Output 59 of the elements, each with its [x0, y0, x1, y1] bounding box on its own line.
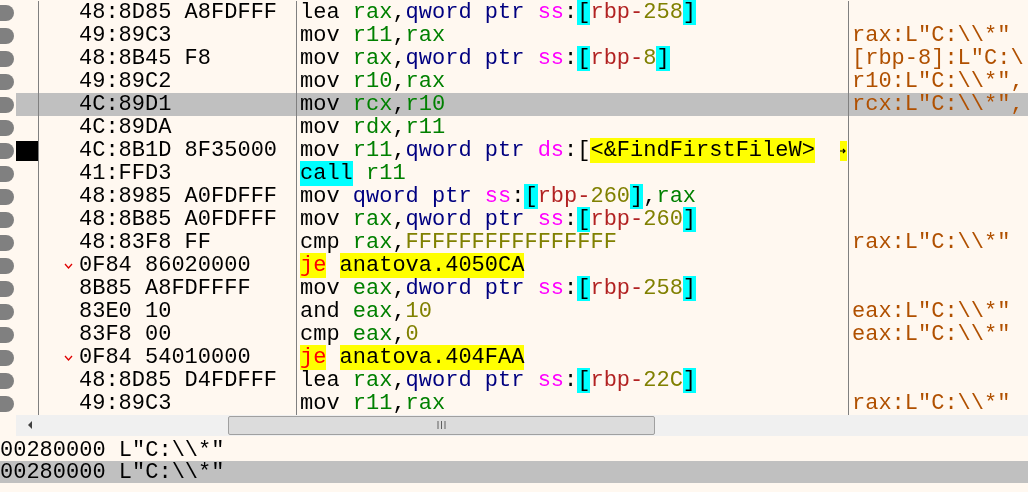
- instruction-text: mov qword ptr ss:[rbp-260],rax: [300, 185, 697, 208]
- bytes-text: 49:89C3: [79, 24, 172, 47]
- table-row[interactable]: 48:8985 A0FDFFF mov qword ptr ss:[rbp-260],rax: [16, 185, 1028, 208]
- instruction-text: lea rax,qword ptr ss:[rbp-22C]: [300, 369, 697, 392]
- dump-row[interactable]: 00280000 L"C:\\*": [0, 461, 1028, 483]
- table-row[interactable]: 4C:8B1D 8F35000 mov r11,qword ptr ds:[<&FindFirstFileW>: [16, 139, 1028, 162]
- bytes-text: 83E0 10: [79, 300, 172, 323]
- table-row[interactable]: 4C:89D1 mov rcx,r10 rcx:L"C:\\*",: [16, 93, 1028, 116]
- bytes-text: 48:8985 A0FDFFF: [79, 185, 278, 208]
- instruction-text: lea rax,qword ptr ss:[rbp-258]: [300, 1, 697, 24]
- bytes-text: 48:8B45 F8: [79, 47, 212, 70]
- comment-text: eax:L"C:\\*": [852, 323, 1011, 346]
- comment-text: rax:L"C:\\*": [852, 231, 1011, 254]
- bytes-text: 4C:89DA: [79, 116, 172, 139]
- instruction-text: mov r11,qword ptr ds:[<&FindFirstFileW>: [300, 139, 815, 162]
- table-row[interactable]: 48:8B85 A0FDFFF mov rax,qword ptr ss:[rbp-260]: [16, 208, 1028, 231]
- instruction-text: cmp eax,0: [300, 323, 419, 346]
- comment-text: rax:L"C:\\*": [852, 392, 1011, 415]
- bytes-text: 48:83F8 FF: [79, 231, 212, 254]
- bytes-text: 48:8D85 A8FDFFF: [79, 1, 278, 24]
- instruction-text: mov rdx,r11: [300, 116, 446, 139]
- instruction-text: and eax,10: [300, 300, 432, 323]
- bytes-text: 48:8B85 A0FDFFF: [79, 208, 278, 231]
- grip-icon: [437, 421, 446, 429]
- bytes-text: 41:FFD3: [79, 162, 172, 185]
- bytes-text: 49:89C3: [79, 392, 172, 415]
- instruction-text: call r11: [300, 162, 406, 185]
- instruction-text: mov eax,dword ptr ss:[rbp-258]: [300, 277, 697, 300]
- instruction-text: mov rax,qword ptr ss:[rbp-8]: [300, 47, 670, 70]
- comment-text: rax:L"C:\\*": [852, 24, 1011, 47]
- bytes-text: 83F8 00: [79, 323, 172, 346]
- bytes-text: 49:89C2: [79, 70, 172, 93]
- bytes-text: 4C:89D1: [79, 93, 172, 116]
- bytes-text: 48:8D85 D4FDFFF: [79, 369, 278, 392]
- scrollbar-thumb[interactable]: [228, 415, 655, 435]
- left-arrow-icon: [27, 421, 33, 429]
- table-row[interactable]: 48:8D85 A8FDFFF lea rax,qword ptr ss:[rbp-258]: [16, 1, 1028, 24]
- dump-row[interactable]: 00280000 L"C:\\*": [0, 439, 1028, 461]
- instruction-text: mov r10,rax: [300, 70, 446, 93]
- comment-text: rcx:L"C:\\*",: [852, 93, 1024, 116]
- instruction-text: mov r11,rax: [300, 392, 446, 415]
- table-row[interactable]: 48:8B45 F8 mov rax,qword ptr ss:[rbp-8] [rbp-8]:L"C:\: [16, 47, 1028, 70]
- bytes-text: 0F84 54010000: [79, 346, 251, 369]
- instruction-text: cmp rax,FFFFFFFFFFFFFFFF: [300, 231, 617, 254]
- comment-text: [rbp-8]:L"C:\: [852, 47, 1024, 70]
- instruction-text: mov rcx,r10: [300, 93, 446, 116]
- bytes-text: 8B85 A8FDFFFF: [79, 277, 251, 300]
- table-row[interactable]: 48:8D85 D4FDFFF lea rax,qword ptr ss:[rbp-22C]: [16, 369, 1028, 392]
- arrow-marker-icon: [840, 140, 847, 161]
- comment-text: eax:L"C:\\*": [852, 300, 1011, 323]
- table-row[interactable]: 83E0 10 and eax,10 eax:L"C:\\*": [16, 300, 1028, 323]
- instruction-text: mov rax,qword ptr ss:[rbp-260]: [300, 208, 697, 231]
- comment-text: r10:L"C:\\*",: [852, 70, 1024, 93]
- bytes-text: 0F84 86020000: [79, 254, 251, 277]
- horizontal-scrollbar[interactable]: [16, 414, 1028, 436]
- bytes-text: 4C:8B1D 8F35000: [79, 139, 278, 162]
- table-row[interactable]: 8B85 A8FDFFFF mov eax,dword ptr ss:[rbp-258]: [16, 277, 1028, 300]
- instruction-text: mov r11,rax: [300, 24, 446, 47]
- table-row[interactable]: 41:FFD3 call r11: [16, 162, 1028, 185]
